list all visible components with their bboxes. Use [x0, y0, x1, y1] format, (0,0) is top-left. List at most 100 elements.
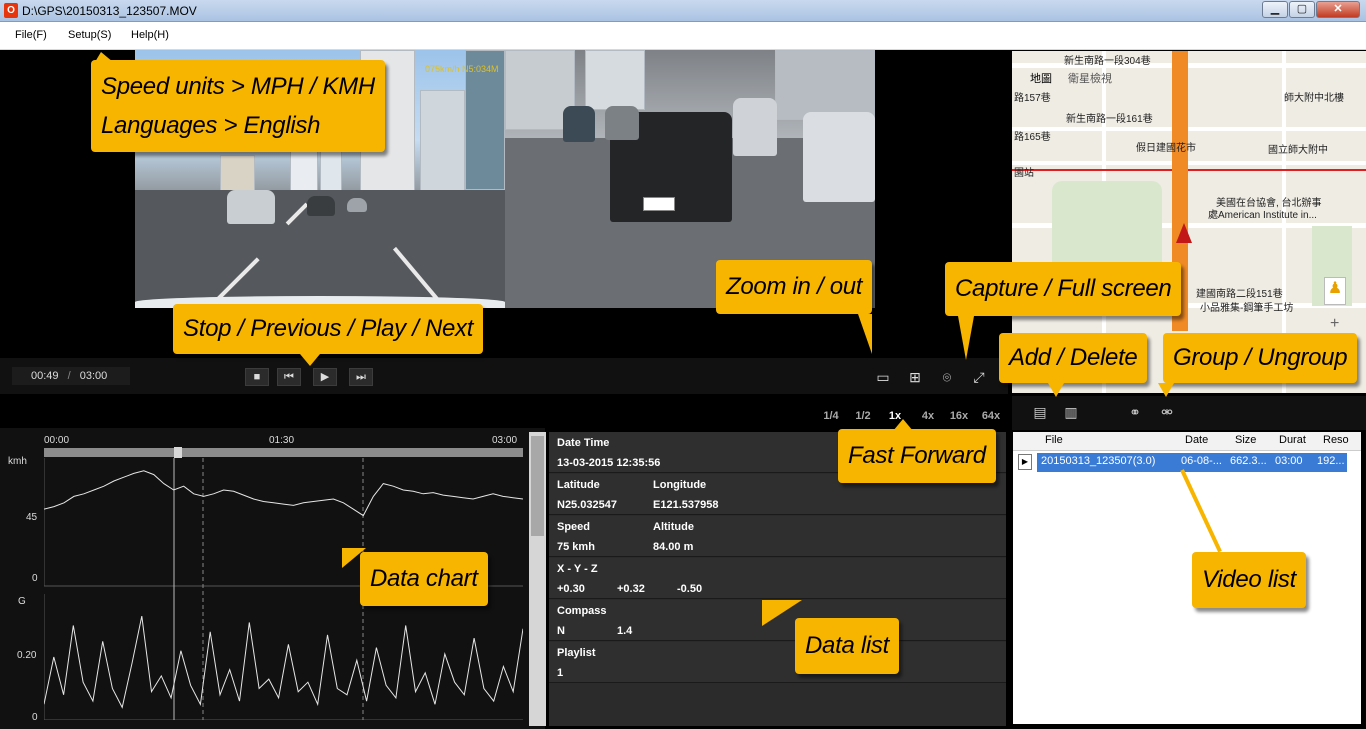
speed-tick: 0	[32, 573, 38, 584]
time-tick: 01:30	[269, 435, 295, 446]
col-date[interactable]: Date	[1185, 434, 1208, 446]
playback-callout: Stop / Previous / Play / Next	[173, 304, 484, 354]
map-label: 路165巷	[1014, 132, 1051, 143]
map-label: 處American Institute in...	[1208, 210, 1317, 221]
player-controls: 00:49 / 03:00 ■ ⏮ ▶ ⏭ ▭ ⊞ ⌾ ⤢	[0, 358, 1008, 394]
video-list-callout: Video list	[1192, 552, 1306, 608]
y-value: +0.32	[617, 583, 645, 595]
latitude-value: N25.032547	[557, 499, 617, 511]
speed-half[interactable]: 1/2	[848, 404, 878, 428]
minimize-button[interactable]: ▁	[1262, 1, 1288, 18]
speed-label: Speed	[557, 521, 591, 533]
speed-tick: 45	[26, 512, 38, 523]
altitude-label: Altitude	[653, 521, 694, 533]
street-view-pegman-icon[interactable]: ♟	[1324, 277, 1346, 305]
maximize-button[interactable]: ▢	[1289, 1, 1315, 18]
add-file-icon[interactable]: ▤	[1029, 404, 1051, 424]
ungroup-link-icon[interactable]: ⚮	[1156, 404, 1178, 424]
setup-callout: Speed units > MPH / KMH Languages > Engl…	[91, 60, 385, 152]
data-row-xyz: X - Y - Z +0.30 +0.32 -0.50	[549, 558, 1006, 599]
col-size[interactable]: Size	[1235, 434, 1256, 446]
zoom-callout: Zoom in / out	[716, 260, 873, 314]
map-label: 路157巷	[1014, 93, 1051, 104]
row-size: 662.3...	[1230, 455, 1267, 467]
latitude-label: Latitude	[557, 479, 600, 491]
longitude-label: Longitude	[653, 479, 707, 491]
map-tab-satellite[interactable]: 衛星檢視	[1068, 70, 1112, 86]
longitude-value: E121.537958	[653, 499, 719, 511]
altitude-value: 84.00 m	[653, 541, 694, 553]
menu-file[interactable]: File(F)	[15, 29, 47, 41]
window-title: D:\GPS\20150313_123507.MOV	[22, 4, 197, 18]
zoom-in-icon[interactable]: ⊞	[904, 366, 926, 388]
speed-series-line	[44, 470, 523, 517]
map-label: 建國南路二段151巷	[1196, 289, 1283, 300]
timeline-progress-bar[interactable]	[44, 447, 523, 458]
app-icon: O	[4, 3, 18, 18]
compass-value: 1.4	[617, 625, 633, 637]
map-label: 小品雅集-鋼筆手工坊	[1200, 303, 1294, 314]
time-separator: /	[67, 370, 71, 382]
time-display: 00:49 / 03:00	[12, 367, 130, 385]
row-date: 06-08-...	[1181, 455, 1222, 467]
map-label: 師大附中北樓	[1284, 93, 1344, 104]
capture-callout: Capture / Full screen	[945, 262, 1182, 316]
next-button[interactable]: ⏭	[349, 368, 373, 386]
speed-series	[44, 470, 523, 517]
menu-help[interactable]: Help(H)	[131, 29, 169, 41]
speed-axis-unit: kmh	[8, 456, 27, 467]
map-tab-map[interactable]: 地圖	[1030, 70, 1052, 86]
stop-button[interactable]: ■	[245, 368, 269, 386]
chart-scrollbar[interactable]	[529, 432, 546, 726]
col-resolution[interactable]: Reso	[1323, 434, 1349, 446]
previous-button[interactable]: ⏮	[277, 368, 301, 386]
speed-quarter[interactable]: 1/4	[816, 404, 846, 428]
timeline-thumb[interactable]	[174, 447, 182, 458]
app-window: O D:\GPS\20150313_123507.MOV ▁ ▢ ✕ File(…	[0, 0, 1366, 729]
playlist-value: 1	[557, 667, 564, 679]
menu-setup[interactable]: Setup(S)	[68, 29, 111, 41]
capture-icon[interactable]: ⌾	[936, 366, 958, 388]
group-callout: Group / Ungroup	[1163, 333, 1358, 383]
z-value: -0.50	[677, 583, 703, 595]
speed-16x[interactable]: 16x	[944, 404, 974, 428]
compass-label: Compass	[557, 605, 607, 617]
add-delete-callout: Add / Delete	[999, 333, 1148, 383]
fullscreen-icon[interactable]: ⤢	[968, 366, 990, 388]
g-axis-unit: G	[18, 596, 26, 607]
col-file[interactable]: File	[1045, 434, 1063, 446]
map-label: 假日建國花市	[1136, 143, 1196, 154]
scrollbar-thumb[interactable]	[531, 436, 544, 536]
video-osd-text: 075km/h N5:034M	[425, 64, 499, 74]
close-button[interactable]: ✕	[1316, 1, 1360, 18]
zoom-out-icon[interactable]: ▭	[872, 366, 894, 388]
data-chart-callout: Data chart	[360, 552, 488, 606]
map-label: 新生南路一段161巷	[1066, 114, 1153, 125]
title-bar: O D:\GPS\20150313_123507.MOV ▁ ▢ ✕	[0, 0, 1366, 22]
map-label: 新生南路一段304巷	[1064, 56, 1151, 67]
row-play-icon[interactable]: ▶	[1018, 454, 1032, 470]
current-time: 00:49	[31, 370, 59, 382]
group-link-icon[interactable]: ⚭	[1124, 404, 1146, 424]
speed-value: 75 kmh	[557, 541, 595, 553]
setup-callout-line1: Speed units > MPH / KMH	[101, 73, 375, 100]
playlist-label: Playlist	[557, 647, 596, 659]
map-label: 園站	[1014, 168, 1034, 179]
row-file: 20150313_123507(3.0)	[1041, 455, 1156, 467]
playback-speed-bar: 1/4 1/2 1x 4x 16x 64x	[548, 404, 1008, 428]
col-duration[interactable]: Durat	[1279, 434, 1306, 446]
speed-64x[interactable]: 64x	[976, 404, 1006, 428]
time-tick: 00:00	[44, 435, 70, 446]
data-list-callout: Data list	[795, 618, 899, 674]
delete-icon[interactable]: ▥	[1060, 404, 1082, 424]
speed-4x[interactable]: 4x	[914, 404, 942, 428]
zoom-plus-icon[interactable]: +	[1330, 315, 1339, 333]
g-series-line	[44, 615, 523, 709]
video-list-header: File Date Size Durat Reso	[1013, 432, 1361, 451]
setup-callout-line2: Languages > English	[101, 112, 321, 139]
play-button[interactable]: ▶	[313, 368, 337, 386]
position-marker-icon	[1176, 223, 1192, 243]
data-row-speed: Speed 75 kmh Altitude 84.00 m	[549, 516, 1006, 557]
video-list-toolbar: ▤ ▥ ⚭ ⚮	[1012, 396, 1366, 430]
video-list-row[interactable]: 20150313_123507(3.0) 06-08-... 662.3... …	[1037, 453, 1347, 472]
